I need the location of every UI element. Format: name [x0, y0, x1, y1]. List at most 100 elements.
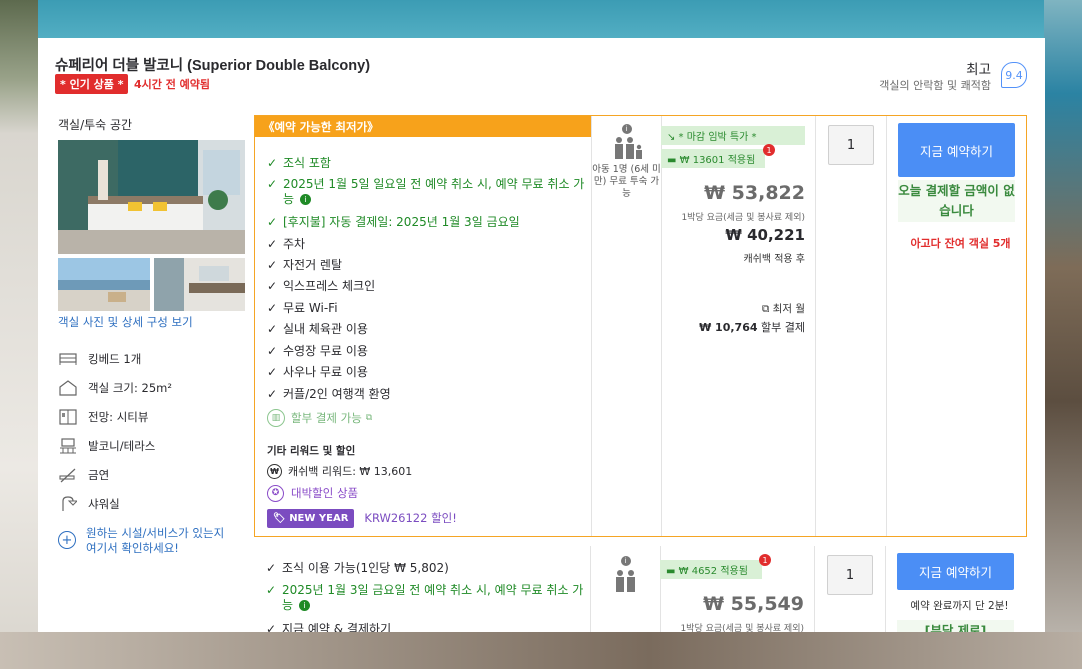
- room-photo-balcony[interactable]: [58, 258, 150, 311]
- promo-code: KRW26122 할인!: [364, 511, 457, 525]
- room-type-label: 객실/투숙 공간: [58, 118, 133, 132]
- info-icon[interactable]: i: [299, 600, 311, 611]
- info-icon[interactable]: i: [621, 124, 632, 134]
- book-now-button[interactable]: 지금 예약하기: [897, 553, 1014, 590]
- room-quantity-select[interactable]: 1: [828, 125, 874, 165]
- room-size-icon: [58, 380, 78, 396]
- occupancy-text: 아동 1명 (6세 미만) 무료 투숙 가능: [592, 164, 661, 199]
- price: ₩ 55,549: [703, 593, 804, 615]
- monthly-label: ⧉ 최저 월: [761, 303, 805, 315]
- info-icon[interactable]: i: [300, 194, 312, 205]
- price: ₩ 53,822: [704, 182, 805, 204]
- benefit-text: [후지불] 자동 결제일: 2025년 1월 3일 금요일: [283, 215, 520, 229]
- info-icon[interactable]: i: [620, 556, 631, 566]
- feature-shower: 샤워실: [58, 496, 120, 512]
- deal-tag: ↘ * 마감 임박 특가 *: [661, 126, 805, 145]
- benefit-text: 커플/2인 여행객 환영: [283, 387, 391, 401]
- benefit-text: 수영장 무료 이용: [283, 344, 368, 358]
- feature-view: 전망: 시티뷰: [58, 409, 148, 425]
- coupon-count-badge: 1: [759, 554, 771, 566]
- benefit-text: 주차: [283, 237, 306, 251]
- installment-item[interactable]: ▥ 할부 결제 가능 ⧉: [267, 409, 372, 427]
- room-photo-main[interactable]: [58, 140, 245, 254]
- balcony-icon: [58, 438, 78, 454]
- monthly-payment: ₩ 10,764 할부 결제: [699, 321, 805, 334]
- benefit-item: ✓ [후지불] 자동 결제일: 2025년 1월 3일 금요일: [267, 215, 520, 230]
- benefit-text: 사우나 무료 이용: [283, 365, 368, 379]
- bed-icon: [58, 351, 78, 367]
- check-icon: ✓: [267, 177, 278, 191]
- cashback-price: ₩ 40,221: [725, 226, 805, 244]
- recent-booking-text: 4시간 전 예약됨: [134, 78, 211, 91]
- feature-balcony: 발코니/테라스: [58, 438, 155, 454]
- check-icon: ✓: [267, 156, 278, 170]
- room-quantity-select[interactable]: 1: [827, 555, 873, 595]
- check-icon: ✓: [267, 322, 278, 336]
- cashback-icon: ₩: [267, 464, 282, 479]
- check-icon: ✓: [266, 622, 277, 632]
- background-bottom: [0, 632, 1082, 669]
- more-facilities-link[interactable]: + 원하는 시설/서비스가 있는지 여기서 확인하세요!: [58, 526, 233, 556]
- feature-bed: 킹베드 1개: [58, 351, 141, 367]
- feature-label: 전망: 시티뷰: [88, 410, 149, 424]
- installment-icon: ▥: [267, 409, 285, 427]
- occupancy-column: i: [591, 556, 660, 593]
- coupon-tag: ▬ ₩ 13601 적용됨: [661, 149, 765, 168]
- jackpot-item: ✪ 대박할인 상품: [267, 485, 358, 502]
- column-divider: [814, 546, 815, 632]
- check-icon: ✓: [267, 237, 278, 251]
- promo-item: 🏷 NEW YEAR KRW26122 할인!: [267, 509, 457, 528]
- benefit-text: 지금 예약 & 결제하기: [282, 622, 392, 632]
- column-divider: [885, 546, 886, 632]
- feature-label: 객실 크기: 25m²: [88, 381, 172, 395]
- check-icon: ✓: [267, 279, 278, 293]
- rating-word: 최고: [966, 62, 991, 78]
- check-icon: ✓: [267, 344, 278, 358]
- room-photo-bathroom[interactable]: [154, 258, 245, 311]
- zero-burden-tag: [부담 제로]: [897, 620, 1014, 632]
- rating-subtitle: 객실의 안락함 및 쾌적함: [879, 79, 991, 92]
- check-icon: ✓: [267, 258, 278, 272]
- benefit-item: ✓ 사우나 무료 이용: [267, 365, 368, 380]
- book-now-button[interactable]: 지금 예약하기: [898, 123, 1015, 177]
- benefit-text: 조식 포함: [283, 156, 331, 170]
- room-photos-link[interactable]: 객실 사진 및 상세 구성 보기: [58, 314, 193, 330]
- check-icon: ✓: [267, 387, 278, 401]
- other-rewards-title: 기타 리워드 및 할인: [267, 445, 356, 457]
- pay-today-note: 오늘 결제할 금액이 없습니다: [898, 180, 1015, 222]
- column-divider: [886, 116, 887, 536]
- rating-score[interactable]: 9.4: [1001, 62, 1027, 88]
- rooms-left: 아고다 잔여 객실 5개: [910, 237, 1011, 250]
- cashback-note: 캐쉬백 적용 후: [743, 254, 805, 265]
- occupancy-icon: [614, 137, 642, 159]
- check-icon: ✓: [267, 215, 278, 229]
- benefit-text: 무료 Wi-Fi: [283, 301, 338, 315]
- shower-icon: [58, 496, 78, 512]
- benefit-text: 실내 체육관 이용: [283, 322, 368, 336]
- column-divider: [815, 116, 816, 536]
- benefit-text: 2025년 1월 5일 일요일 전 예약 취소 시, 예약 무료 취소 가능 i: [283, 177, 585, 206]
- popular-badge: * 인기 상품 *: [55, 74, 129, 94]
- no-smoking-icon: [58, 467, 78, 483]
- benefit-text: 2025년 1월 3일 금요일 전 예약 취소 시, 예약 무료 취소 가능 i: [282, 583, 584, 612]
- occupancy-icon: [615, 570, 635, 592]
- cashback-text: 캐쉬백 리워드: ₩ 13,601: [288, 465, 413, 478]
- feature-no-smoking: 금연: [58, 467, 109, 483]
- benefit-item: ✓ 수영장 무료 이용: [267, 344, 368, 359]
- room-card: 슈페리어 더블 발코니 (Superior Double Balcony) * …: [38, 38, 1045, 632]
- view-icon: [58, 409, 78, 425]
- booking-time-note: 예약 완료까지 단 2분!: [910, 600, 1009, 612]
- check-icon: ✓: [266, 583, 277, 597]
- feature-label: 샤워실: [88, 497, 120, 511]
- benefit-item: ✓ 주차: [267, 237, 305, 252]
- more-facilities-text: 원하는 시설/서비스가 있는지 여기서 확인하세요!: [86, 526, 225, 555]
- benefit-item: ✓ 2025년 1월 5일 일요일 전 예약 취소 시, 예약 무료 취소 가능…: [267, 177, 587, 207]
- external-link-icon: ⧉: [365, 412, 373, 423]
- feature-label: 킹베드 1개: [88, 352, 142, 366]
- offer-row-1: 《예약 가능한 최저가》 ✓ 조식 포함 ✓ 2025년 1월 5일 일요일 전…: [254, 115, 1027, 537]
- coupon-tag: ▬ ₩ 4652 적용됨: [660, 560, 762, 579]
- benefit-item: ✓ 익스프레스 체크인: [267, 279, 375, 294]
- price-note: 1박당 요금(세금 및 봉사료 제외): [681, 213, 805, 223]
- background-left: [0, 0, 38, 669]
- installment-text: 할부 결제 가능: [291, 410, 362, 425]
